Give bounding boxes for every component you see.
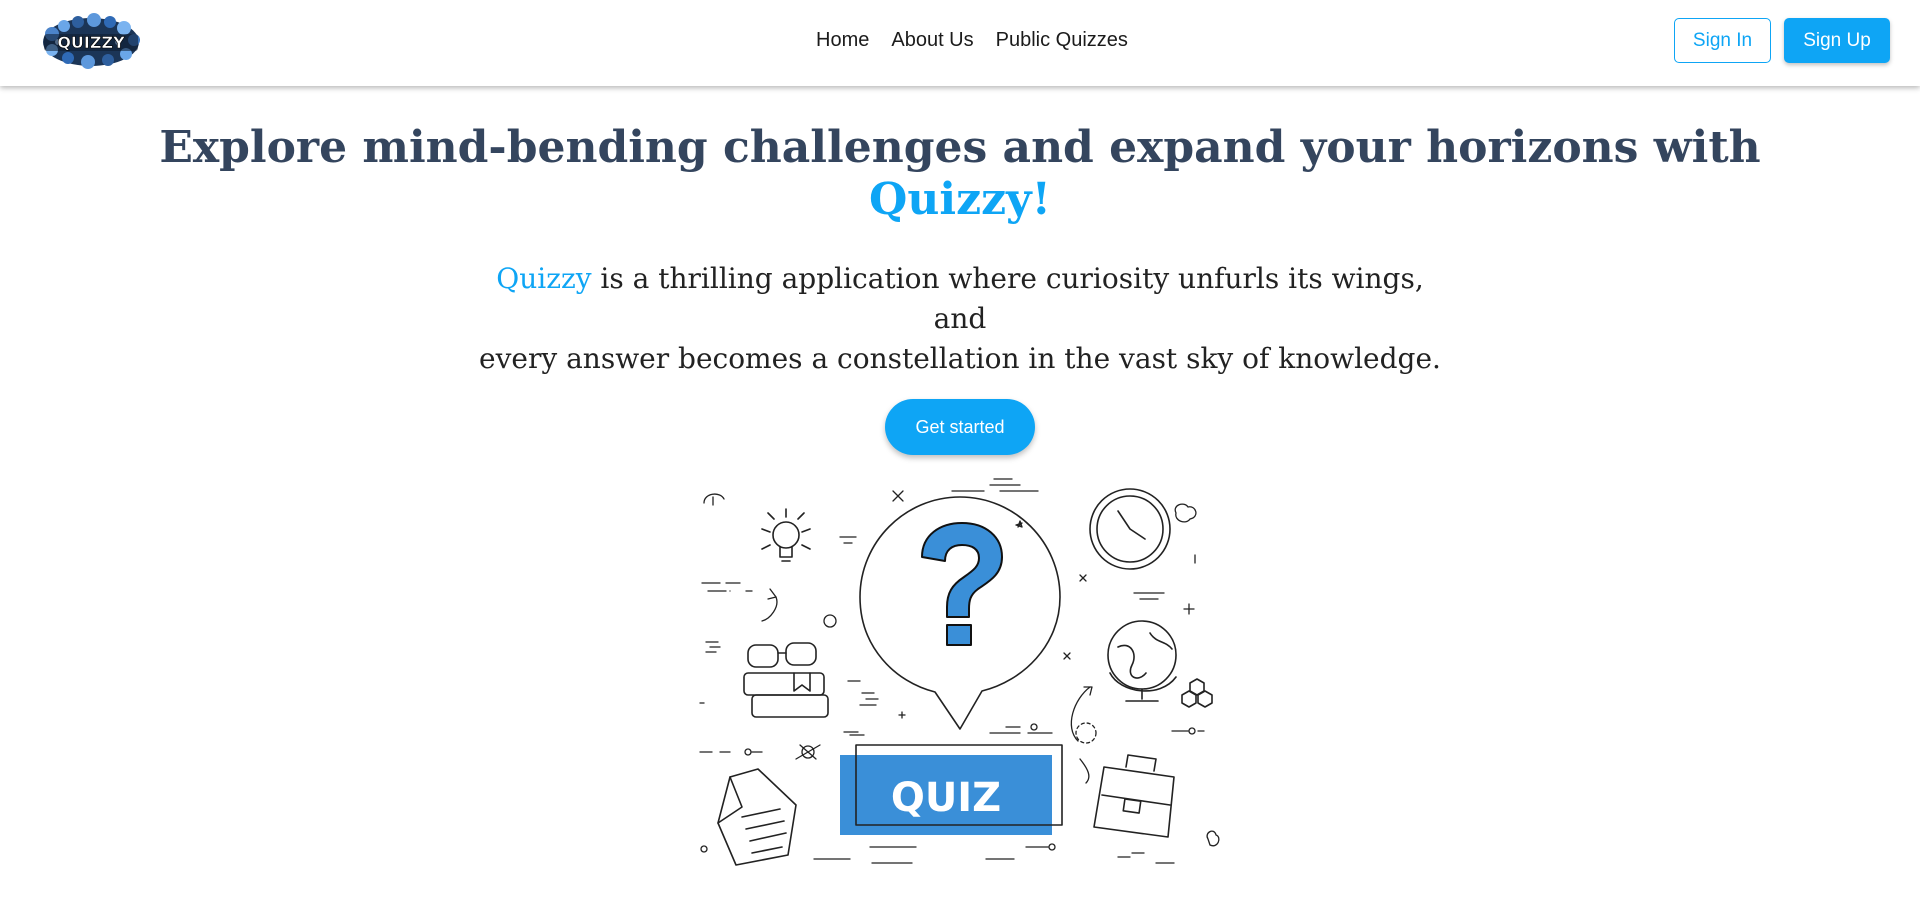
sign-in-button[interactable]: Sign In xyxy=(1674,18,1771,63)
quizzy-logo[interactable]: QUIZZY xyxy=(38,12,144,72)
hero-text-line3: every answer becomes a constellation in … xyxy=(479,342,1441,375)
quiz-illustration: QUIZ xyxy=(690,477,1230,877)
hexagon-cluster-icon xyxy=(1181,678,1213,708)
question-mark-icon xyxy=(921,522,1003,646)
main-nav: Home About Us Public Quizzes xyxy=(816,27,1128,53)
navbar: QUIZZY Home About Us Public Quizzes Sign… xyxy=(0,0,1920,86)
globe-icon xyxy=(1107,620,1177,702)
hero-text-brand: Quizzy xyxy=(496,262,592,295)
nav-home-link[interactable]: Home xyxy=(816,27,869,53)
svg-text:QUIZ: QUIZ xyxy=(891,775,1001,821)
get-started-button[interactable]: Get started xyxy=(885,399,1035,455)
svg-text:QUIZZY: QUIZZY xyxy=(57,33,125,52)
light-bulb-icon xyxy=(761,508,811,562)
hero-title-accent: Quizzy! xyxy=(869,174,1051,225)
hero-text-line2: and xyxy=(933,302,987,335)
quiz-badge-icon: QUIZ xyxy=(840,744,1063,835)
logo-graphic: QUIZZY xyxy=(43,13,140,69)
glasses-and-books-icon xyxy=(743,642,829,718)
nav-about-us-link[interactable]: About Us xyxy=(891,27,973,53)
nav-public-quizzes-link[interactable]: Public Quizzes xyxy=(996,27,1128,53)
hero-description: Quizzy is a thrilling application where … xyxy=(0,259,1920,379)
document-icon xyxy=(717,768,797,866)
hero-text-line1: is a thrilling application where curiosi… xyxy=(591,262,1424,295)
clock-icon xyxy=(1089,488,1171,570)
hero-title: Explore mind-bending challenges and expa… xyxy=(0,122,1920,226)
hero-title-main: Explore mind-bending challenges and expa… xyxy=(159,122,1761,173)
sign-up-button[interactable]: Sign Up xyxy=(1784,18,1890,63)
briefcase-icon xyxy=(1093,754,1175,838)
